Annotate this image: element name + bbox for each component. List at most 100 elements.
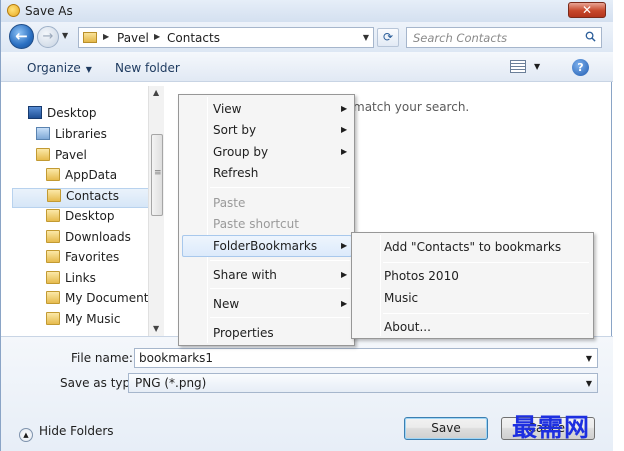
menu-item-properties[interactable]: Properties bbox=[182, 323, 351, 343]
folder-icon bbox=[46, 291, 60, 304]
forward-arrow-icon: → bbox=[42, 29, 54, 44]
menu-item-photos-2010[interactable]: Photos 2010 bbox=[355, 266, 590, 286]
sidebar-item-desktop-folder[interactable]: Desktop bbox=[46, 209, 115, 229]
chevron-up-icon: ▲ bbox=[19, 428, 33, 442]
menu-item-paste-shortcut[interactable]: Paste shortcut bbox=[182, 214, 351, 234]
file-name-value: bookmarks1 bbox=[139, 351, 214, 365]
sidebar-item-label: Desktop bbox=[65, 209, 115, 223]
menu-item-label: Share with bbox=[213, 268, 277, 282]
sidebar-item-label: My Documents bbox=[65, 291, 155, 305]
file-name-input[interactable]: bookmarks1 ▼ bbox=[134, 348, 598, 368]
menu-item-label: Refresh bbox=[213, 166, 259, 180]
views-dropdown-icon[interactable]: ▼ bbox=[534, 62, 540, 71]
views-icon[interactable] bbox=[510, 60, 526, 73]
search-icon[interactable] bbox=[585, 31, 596, 42]
desktop-icon bbox=[28, 106, 42, 119]
history-dropdown-icon[interactable]: ▼ bbox=[62, 31, 68, 40]
menu-item-refresh[interactable]: Refresh bbox=[182, 163, 351, 183]
menu-item-about[interactable]: About... bbox=[355, 317, 590, 337]
menu-item-label: FolderBookmarks bbox=[213, 239, 318, 253]
sidebar-scrollbar[interactable]: ▲ ≡ ▼ bbox=[148, 86, 164, 336]
command-toolbar: Organize ▼ New folder ▼ ? bbox=[1, 52, 613, 82]
libraries-icon bbox=[36, 127, 50, 140]
submenu-arrow-icon: ▶ bbox=[341, 147, 348, 156]
menu-item-music[interactable]: Music bbox=[355, 288, 590, 308]
menu-item-paste[interactable]: Paste bbox=[182, 193, 351, 213]
submenu-arrow-icon: ▶ bbox=[341, 270, 348, 279]
sidebar-item-downloads[interactable]: Downloads bbox=[46, 230, 131, 250]
address-bar[interactable]: ▶ Pavel ▶ Contacts ▼ bbox=[78, 27, 374, 48]
back-arrow-icon: ← bbox=[15, 27, 28, 45]
sidebar-item-links[interactable]: Links bbox=[46, 271, 96, 291]
folder-icon bbox=[46, 230, 60, 243]
navigation-pane: Desktop Libraries Pavel AppData Contacts… bbox=[12, 86, 162, 336]
sidebar-item-appdata[interactable]: AppData bbox=[46, 168, 117, 188]
refresh-icon: ⟳ bbox=[382, 30, 394, 44]
menu-item-label: Paste bbox=[213, 196, 246, 210]
sidebar-item-desktop[interactable]: Desktop bbox=[28, 106, 97, 126]
menu-item-new[interactable]: New ▶ bbox=[182, 294, 351, 314]
chevron-down-icon[interactable]: ▼ bbox=[586, 354, 592, 363]
menu-separator bbox=[383, 313, 589, 314]
breadcrumb-contacts[interactable]: Contacts bbox=[167, 31, 220, 45]
hide-folders-label: Hide Folders bbox=[39, 424, 114, 438]
menu-separator bbox=[383, 262, 589, 263]
scroll-down-icon[interactable]: ▼ bbox=[153, 324, 159, 333]
breadcrumb-separator-icon[interactable]: ▶ bbox=[154, 32, 160, 41]
submenu-arrow-icon: ▶ bbox=[341, 125, 348, 134]
menu-item-label: Sort by bbox=[213, 123, 257, 137]
app-icon bbox=[7, 4, 20, 17]
menu-item-label: View bbox=[213, 102, 242, 116]
back-button[interactable]: ← bbox=[9, 24, 34, 49]
menu-item-label: About... bbox=[384, 320, 431, 334]
sidebar-item-my-music[interactable]: My Music bbox=[46, 312, 120, 332]
menu-item-sort-by[interactable]: Sort by ▶ bbox=[182, 120, 351, 140]
submenu-arrow-icon: ▶ bbox=[341, 104, 348, 113]
menu-item-share-with[interactable]: Share with ▶ bbox=[182, 265, 351, 285]
sidebar-item-label: My Music bbox=[65, 312, 121, 326]
menu-item-label: New bbox=[213, 297, 240, 311]
title-bar[interactable]: Save As ✕ bbox=[1, 0, 613, 22]
sidebar-item-contacts[interactable]: Contacts bbox=[12, 188, 150, 208]
scrollbar-thumb[interactable]: ≡ bbox=[151, 134, 163, 216]
organize-button[interactable]: Organize ▼ bbox=[27, 61, 92, 75]
menu-item-folderbookmarks[interactable]: FolderBookmarks ▶ bbox=[182, 235, 352, 257]
menu-separator bbox=[210, 260, 350, 261]
menu-item-label: Paste shortcut bbox=[213, 217, 299, 231]
folder-icon bbox=[46, 250, 60, 263]
menu-separator bbox=[210, 187, 350, 188]
sidebar-item-label: Downloads bbox=[65, 230, 131, 244]
search-input[interactable]: Search Contacts bbox=[413, 31, 507, 45]
help-button[interactable]: ? bbox=[572, 59, 589, 76]
window-title: Save As bbox=[25, 4, 73, 18]
breadcrumb-pavel[interactable]: Pavel bbox=[117, 31, 149, 45]
menu-item-label: Properties bbox=[213, 326, 274, 340]
scroll-up-icon[interactable]: ▲ bbox=[153, 88, 159, 97]
watermark-logo: 最需网 bbox=[512, 413, 591, 442]
sidebar-item-favorites[interactable]: Favorites bbox=[46, 250, 119, 270]
menu-item-view[interactable]: View ▶ bbox=[182, 99, 351, 119]
refresh-button[interactable]: ⟳ bbox=[377, 28, 399, 47]
save-type-select[interactable]: PNG (*.png) ▼ bbox=[128, 373, 598, 393]
forward-button[interactable]: → bbox=[37, 26, 59, 48]
submenu-arrow-icon: ▶ bbox=[341, 299, 348, 308]
save-button[interactable]: Save bbox=[404, 417, 488, 440]
menu-item-group-by[interactable]: Group by ▶ bbox=[182, 142, 351, 162]
sidebar-item-libraries[interactable]: Libraries bbox=[36, 127, 107, 147]
search-box[interactable]: Search Contacts bbox=[406, 27, 602, 48]
menu-item-add-bookmark[interactable]: Add "Contacts" to bookmarks bbox=[355, 237, 590, 257]
menu-separator bbox=[210, 288, 350, 289]
close-button[interactable]: ✕ bbox=[568, 2, 606, 18]
folderbookmarks-submenu: Add "Contacts" to bookmarks Photos 2010 … bbox=[351, 232, 594, 339]
hide-folders-toggle[interactable]: ▲ Hide Folders bbox=[19, 424, 114, 442]
breadcrumb-separator-icon[interactable]: ▶ bbox=[103, 32, 109, 41]
file-name-label: File name: bbox=[71, 351, 133, 365]
sidebar-item-pavel[interactable]: Pavel bbox=[36, 148, 87, 168]
new-folder-button[interactable]: New folder bbox=[115, 61, 180, 75]
sidebar-item-my-documents[interactable]: My Documents bbox=[46, 291, 155, 311]
contacts-folder-icon bbox=[47, 189, 61, 202]
grip-icon: ≡ bbox=[154, 168, 162, 178]
address-dropdown-icon[interactable]: ▼ bbox=[363, 33, 369, 42]
sidebar-item-label: Contacts bbox=[66, 189, 119, 203]
organize-label: Organize bbox=[27, 61, 81, 75]
